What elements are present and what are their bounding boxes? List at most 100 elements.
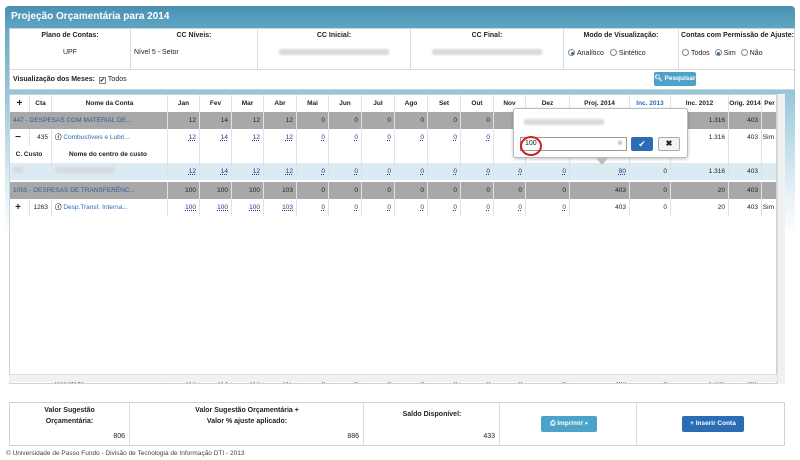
column-header[interactable]: Jul: [362, 95, 395, 112]
value-cell[interactable]: 0: [428, 129, 461, 146]
radio-sintetico-label: Sintético: [618, 50, 646, 57]
cc-inicial-value[interactable]: [260, 49, 408, 57]
clear-icon[interactable]: ⊗: [617, 138, 623, 150]
column-header[interactable]: Jun: [329, 95, 362, 112]
saldo-value: 433: [483, 433, 495, 440]
column-header[interactable]: Mai: [297, 95, 329, 112]
column-header[interactable]: Per: [762, 95, 776, 112]
value-cell[interactable]: 0: [362, 163, 395, 180]
pesquisar-label: Pesquisar: [664, 75, 696, 82]
account-name-text[interactable]: Combustíveis e Lubri...: [63, 134, 129, 141]
value-cell[interactable]: 100: [168, 199, 200, 216]
value-cell[interactable]: 0: [494, 163, 526, 180]
column-header[interactable]: Orig. 2014: [729, 95, 762, 112]
column-header[interactable]: Mar: [232, 95, 264, 112]
value-cell[interactable]: 0: [297, 129, 329, 146]
value-cell[interactable]: 0: [461, 163, 494, 180]
empty-cell: [168, 146, 200, 163]
empty-cell: [200, 146, 232, 163]
cancel-button[interactable]: ✖: [658, 137, 680, 151]
value-cell[interactable]: 12: [168, 163, 200, 180]
account-name[interactable]: ⓘ Combustíveis e Lubri...: [52, 129, 168, 146]
value-cell[interactable]: 0: [395, 163, 428, 180]
cc-code-header: C. Custo: [10, 146, 52, 163]
inserir-conta-button[interactable]: + Inserir Conta: [682, 416, 744, 432]
radio-sim[interactable]: [714, 49, 722, 56]
column-header[interactable]: Out: [461, 95, 494, 112]
group-name[interactable]: 447 - DESPESAS COM MATERIAL DE...: [10, 112, 168, 129]
printer-icon: ⎙: [550, 420, 556, 427]
column-header[interactable]: Cta: [30, 95, 52, 112]
value-cell[interactable]: 0: [428, 199, 461, 216]
value-cell[interactable]: 0: [428, 163, 461, 180]
value-cell[interactable]: 12: [232, 129, 264, 146]
value-cell[interactable]: 0: [526, 199, 570, 216]
cc-final-label: CC Final:: [471, 32, 503, 39]
value-cell: 0: [428, 112, 461, 129]
confirm-button[interactable]: ✔: [631, 137, 653, 151]
column-header[interactable]: Nome da Conta: [52, 95, 168, 112]
group-row[interactable]: 1055 - DESPESAS DE TRANSFERÊNC... 100 100 1…: [10, 182, 776, 199]
column-header[interactable]: Set: [428, 95, 461, 112]
value-cell[interactable]: 100: [232, 199, 264, 216]
value-cell: 12: [232, 112, 264, 129]
value-cell[interactable]: 0: [461, 199, 494, 216]
cc-niveis-label: CC Níveis:: [176, 32, 212, 39]
column-header[interactable]: Abr: [264, 95, 297, 112]
value-cell[interactable]: 0: [329, 163, 362, 180]
value-cell[interactable]: 0: [329, 199, 362, 216]
vertical-scrollbar[interactable]: [777, 94, 785, 384]
value-cell[interactable]: 80: [570, 163, 630, 180]
value-cell[interactable]: 0: [494, 199, 526, 216]
radio-sintetico[interactable]: [609, 49, 617, 56]
modo-label: Modo de Visualização:: [583, 32, 659, 39]
value-cell: 0: [362, 182, 395, 199]
expand-icon[interactable]: +: [10, 199, 30, 216]
column-header[interactable]: Ago: [395, 95, 428, 112]
column-header[interactable]: Fev: [200, 95, 232, 112]
account-name[interactable]: ⓘ Desp.Transf. Interna...: [52, 199, 168, 216]
value-cell[interactable]: 12: [168, 129, 200, 146]
value-cell: 100: [232, 182, 264, 199]
value-cell[interactable]: 12: [264, 163, 297, 180]
radio-analitico[interactable]: [568, 49, 575, 56]
horizontal-scrollbar[interactable]: [9, 374, 777, 382]
collapse-icon[interactable]: −: [10, 129, 30, 146]
empty-cell: [729, 146, 762, 163]
value-cell[interactable]: 0: [461, 129, 494, 146]
account-name-text[interactable]: Desp.Transf. Interna...: [63, 204, 127, 211]
value-cell[interactable]: 0: [526, 163, 570, 180]
saldo-cell: Saldo Disponível: 433: [365, 403, 500, 445]
value-cell[interactable]: 14: [200, 129, 232, 146]
value-cell[interactable]: 103: [264, 199, 297, 216]
value-cell[interactable]: 0: [329, 129, 362, 146]
value-cell[interactable]: 0: [362, 129, 395, 146]
sugestao-cell: Valor Sugestão Orçamentária: 806: [10, 403, 130, 445]
value-cell[interactable]: 0: [395, 129, 428, 146]
value-cell[interactable]: 0: [395, 199, 428, 216]
radio-todos[interactable]: [682, 49, 689, 56]
value-cell[interactable]: 0: [362, 199, 395, 216]
value-cell: 403: [570, 199, 630, 216]
popup-cc-name: [524, 119, 604, 127]
imprimir-button[interactable]: ⎙ Imprimir ▴: [541, 416, 597, 432]
plano-value[interactable]: UPF: [10, 49, 130, 56]
group-name[interactable]: 1055 - DESPESAS DE TRANSFERÊNC...: [10, 182, 168, 199]
cc-row[interactable]: 12 14 12 12 0 0 0 0 0 0 0 0 80 0 1.316 403: [10, 163, 776, 180]
empty-cell: [461, 146, 494, 163]
pesquisar-button[interactable]: 🔍︎ Pesquisar: [654, 72, 696, 86]
value-cell[interactable]: 12: [232, 163, 264, 180]
value-cell: 0: [630, 163, 671, 180]
value-cell[interactable]: 14: [200, 163, 232, 180]
value-cell[interactable]: 0: [297, 163, 329, 180]
value-cell[interactable]: 12: [264, 129, 297, 146]
account-row[interactable]: +1263 ⓘ Desp.Transf. Interna... 100 100 100 1…: [10, 199, 776, 216]
radio-nao[interactable]: [740, 49, 748, 56]
value-cell[interactable]: 100: [200, 199, 232, 216]
cc-final-value[interactable]: [413, 49, 561, 57]
todos-checkbox[interactable]: ✔: [98, 77, 106, 84]
expand-all-icon[interactable]: +: [10, 95, 30, 112]
column-header[interactable]: Jan: [168, 95, 200, 112]
value-cell[interactable]: 0: [297, 199, 329, 216]
cc-niveis-value[interactable]: Nível 5 - Setor: [134, 49, 254, 56]
